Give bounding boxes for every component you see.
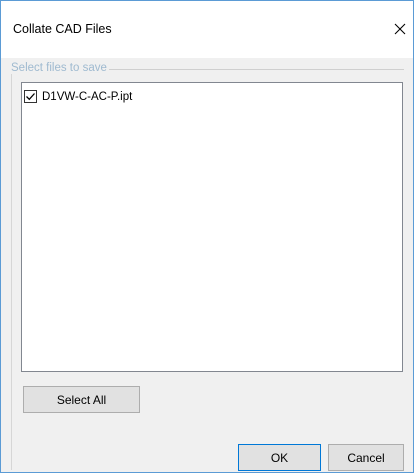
dialog-title: Collate CAD Files <box>13 22 112 36</box>
close-button[interactable] <box>387 19 413 41</box>
close-icon <box>394 23 406 35</box>
collate-cad-files-dialog: Collate CAD Files Select files to save D… <box>0 0 414 473</box>
file-checklist[interactable]: D1VW-C-AC-P.ipt <box>21 82 403 372</box>
cancel-button[interactable]: Cancel <box>328 444 404 471</box>
select-all-button[interactable]: Select All <box>23 386 140 413</box>
ok-button[interactable]: OK <box>238 444 321 471</box>
title-bar: Collate CAD Files <box>1 1 413 58</box>
checkmark-icon <box>26 93 35 101</box>
file-checkbox[interactable] <box>24 90 37 103</box>
file-name-label: D1VW-C-AC-P.ipt <box>42 90 133 103</box>
group-box-left-border <box>11 69 12 470</box>
list-item[interactable]: D1VW-C-AC-P.ipt <box>24 89 132 104</box>
select-files-group-label: Select files to save <box>11 62 109 74</box>
